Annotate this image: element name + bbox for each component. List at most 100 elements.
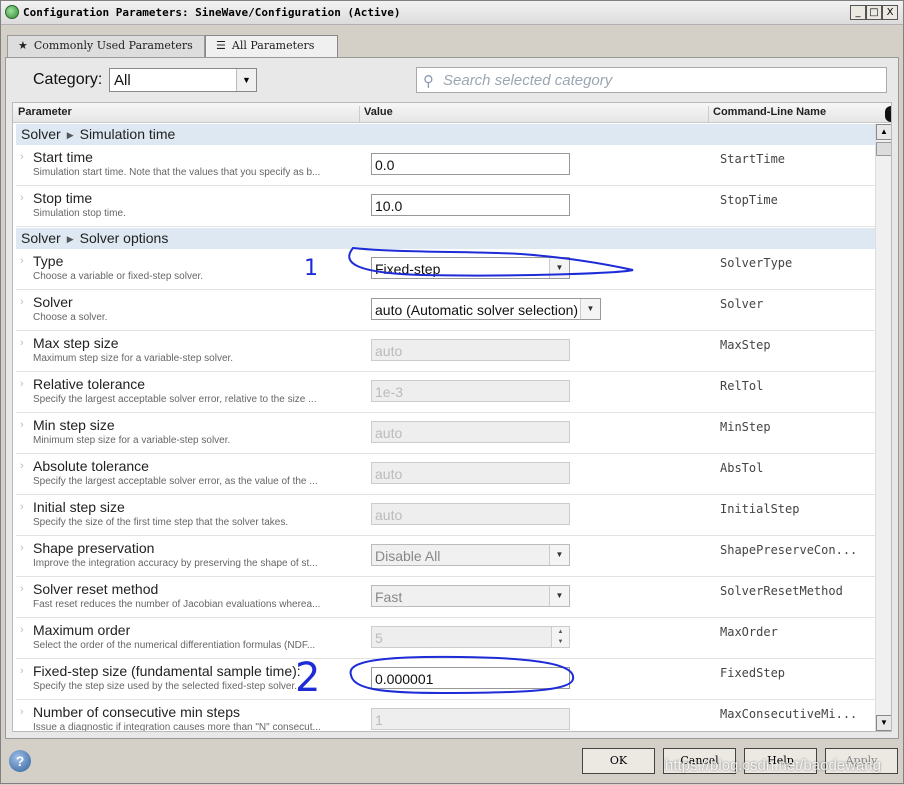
caret-right-icon: ▶	[66, 234, 74, 244]
section-solver-options[interactable]: Solver ▶ Solver options	[16, 228, 875, 249]
command-name: StopTime	[720, 193, 778, 207]
chevron-right-icon[interactable]: ›	[20, 460, 24, 472]
table-row-solver-reset[interactable]: › Solver reset method Fast reset reduces…	[16, 577, 875, 618]
param-description: Maximum step size for a variable-step so…	[33, 353, 234, 364]
table-row-initial-step[interactable]: › Initial step size Specify the size of …	[16, 495, 875, 536]
param-name: Solver reset method	[33, 581, 159, 597]
table-row-stop-time[interactable]: › Stop time Simulation stop time. 10.0 S…	[16, 186, 875, 227]
fixed-step-field[interactable]: 0.000001	[371, 667, 570, 689]
solver-dropdown[interactable]: auto (Automatic solver selection) ▼	[371, 298, 601, 320]
chevron-right-icon[interactable]: ›	[20, 378, 24, 390]
chevron-right-icon[interactable]: ›	[20, 706, 24, 718]
param-name: Stop time	[33, 190, 93, 206]
table-row-min-step[interactable]: › Min step size Minimum step size for a …	[16, 413, 875, 454]
table-row-solver[interactable]: › Solver Choose a solver. auto (Automati…	[16, 290, 875, 331]
close-button[interactable]: X	[882, 5, 898, 20]
chevron-right-icon[interactable]: ›	[20, 583, 24, 595]
chevron-down-icon[interactable]: ▼	[549, 258, 569, 278]
command-name: MaxOrder	[720, 625, 778, 639]
section-name: Simulation time	[79, 126, 176, 142]
command-name: SolverType	[720, 256, 793, 270]
param-description: Specify the size of the first time step …	[33, 517, 289, 528]
param-description: Select the order of the numerical differ…	[33, 640, 316, 651]
param-description: Minimum step size for a variable-step so…	[33, 435, 231, 446]
chevron-right-icon[interactable]: ›	[20, 337, 24, 349]
tab-commonly-used[interactable]: ★ Commonly Used Parameters	[7, 35, 205, 57]
search-icon: ⚲	[423, 72, 434, 90]
stepper-value: 5	[375, 630, 383, 646]
chevron-right-icon[interactable]: ›	[20, 151, 24, 163]
simulink-icon	[5, 5, 19, 19]
table-row-consecutive-min-steps[interactable]: › Number of consecutive min steps Issue …	[16, 700, 875, 732]
chevron-down-icon[interactable]: ▼	[236, 69, 256, 91]
add-column-icon[interactable]: +	[885, 106, 891, 122]
chevron-right-icon[interactable]: ›	[20, 419, 24, 431]
param-name: Min step size	[33, 417, 115, 433]
chevron-right-icon[interactable]: ›	[20, 665, 24, 677]
param-name: Initial step size	[33, 499, 125, 515]
table-row-fixed-step[interactable]: › Fixed-step size (fundamental sample ti…	[16, 659, 875, 700]
scroll-down-icon[interactable]: ▼	[876, 715, 891, 731]
scroll-thumb[interactable]	[876, 142, 891, 156]
command-name: MinStep	[720, 420, 771, 434]
param-description: Choose a solver.	[33, 312, 108, 323]
table-row-relative-tolerance[interactable]: › Relative tolerance Specify the largest…	[16, 372, 875, 413]
dropdown-value: Fixed-step	[375, 261, 441, 277]
search-input[interactable]: ⚲ Search selected category	[416, 67, 887, 93]
stop-time-field[interactable]: 10.0	[371, 194, 570, 216]
tab-all-parameters[interactable]: ☰ All Parameters	[205, 35, 338, 58]
column-divider[interactable]	[359, 106, 360, 122]
param-description: Issue a diagnostic if integration causes…	[33, 722, 321, 732]
tab-label: All Parameters	[231, 39, 315, 52]
shape-preservation-dropdown: Disable All ▼	[371, 544, 570, 566]
dropdown-value: Disable All	[375, 548, 441, 564]
column-header-value[interactable]: Value	[364, 106, 393, 122]
param-description: Specify the largest acceptable solver er…	[33, 394, 317, 405]
stepper-arrows-icon: ▲ ▼	[551, 627, 569, 647]
table-body: Solver ▶ Simulation time › Start time Simu…	[13, 124, 875, 732]
command-name: FixedStep	[720, 666, 786, 680]
section-simulation-time[interactable]: Solver ▶ Simulation time	[16, 124, 875, 145]
column-divider[interactable]	[708, 106, 709, 122]
absolute-tolerance-field: auto	[371, 462, 570, 484]
table-row-shape-preservation[interactable]: › Shape preservation Improve the integra…	[16, 536, 875, 577]
configuration-dialog: Configuration Parameters: SineWave/Confi…	[0, 0, 904, 784]
param-name: Relative tolerance	[33, 376, 146, 392]
solver-type-dropdown[interactable]: Fixed-step ▼	[371, 257, 570, 279]
category-dropdown[interactable]: All ▼	[109, 68, 257, 92]
table-row-absolute-tolerance[interactable]: › Absolute tolerance Specify the largest…	[16, 454, 875, 495]
table-row-max-step[interactable]: › Max step size Maximum step size for a …	[16, 331, 875, 372]
help-icon[interactable]: ?	[9, 750, 31, 772]
maximize-button[interactable]: □	[866, 5, 882, 20]
scroll-up-icon[interactable]: ▲	[876, 124, 891, 140]
chevron-right-icon[interactable]: ›	[20, 296, 24, 308]
max-step-field: auto	[371, 339, 570, 361]
chevron-right-icon[interactable]: ›	[20, 192, 24, 204]
consecutive-min-steps-field: 1	[371, 708, 570, 730]
chevron-right-icon[interactable]: ›	[20, 624, 24, 636]
minimize-button[interactable]: _	[850, 5, 866, 20]
parameter-table: Parameter Value Command-Line Name + Solv…	[12, 102, 892, 732]
param-name: Shape preservation	[33, 540, 155, 556]
table-row-start-time[interactable]: › Start time Simulation start time. Note…	[16, 145, 875, 186]
param-name: Start time	[33, 149, 93, 165]
start-time-field[interactable]: 0.0	[371, 153, 570, 175]
column-header-command[interactable]: Command-Line Name	[713, 106, 826, 122]
column-header-parameter[interactable]: Parameter	[18, 106, 72, 122]
section-group: Solver	[21, 230, 61, 246]
chevron-down-icon[interactable]: ▼	[580, 299, 600, 319]
chevron-right-icon[interactable]: ›	[20, 542, 24, 554]
vertical-scrollbar[interactable]: ▲ ▼	[875, 124, 891, 731]
search-placeholder: Search selected category	[443, 72, 613, 89]
ok-button[interactable]: OK	[582, 748, 655, 774]
param-name: Solver	[33, 294, 73, 310]
table-row-type[interactable]: › Type Choose a variable or fixed-step s…	[16, 249, 875, 290]
dropdown-value: Fast	[375, 589, 403, 605]
command-name: ShapePreserveCon...	[720, 543, 858, 557]
chevron-down-icon: ▼	[549, 586, 569, 606]
chevron-right-icon[interactable]: ›	[20, 501, 24, 513]
category-label: Category:	[33, 71, 103, 88]
table-row-maximum-order[interactable]: › Maximum order Select the order of the …	[16, 618, 875, 659]
command-name: MaxStep	[720, 338, 771, 352]
chevron-right-icon[interactable]: ›	[20, 255, 24, 267]
